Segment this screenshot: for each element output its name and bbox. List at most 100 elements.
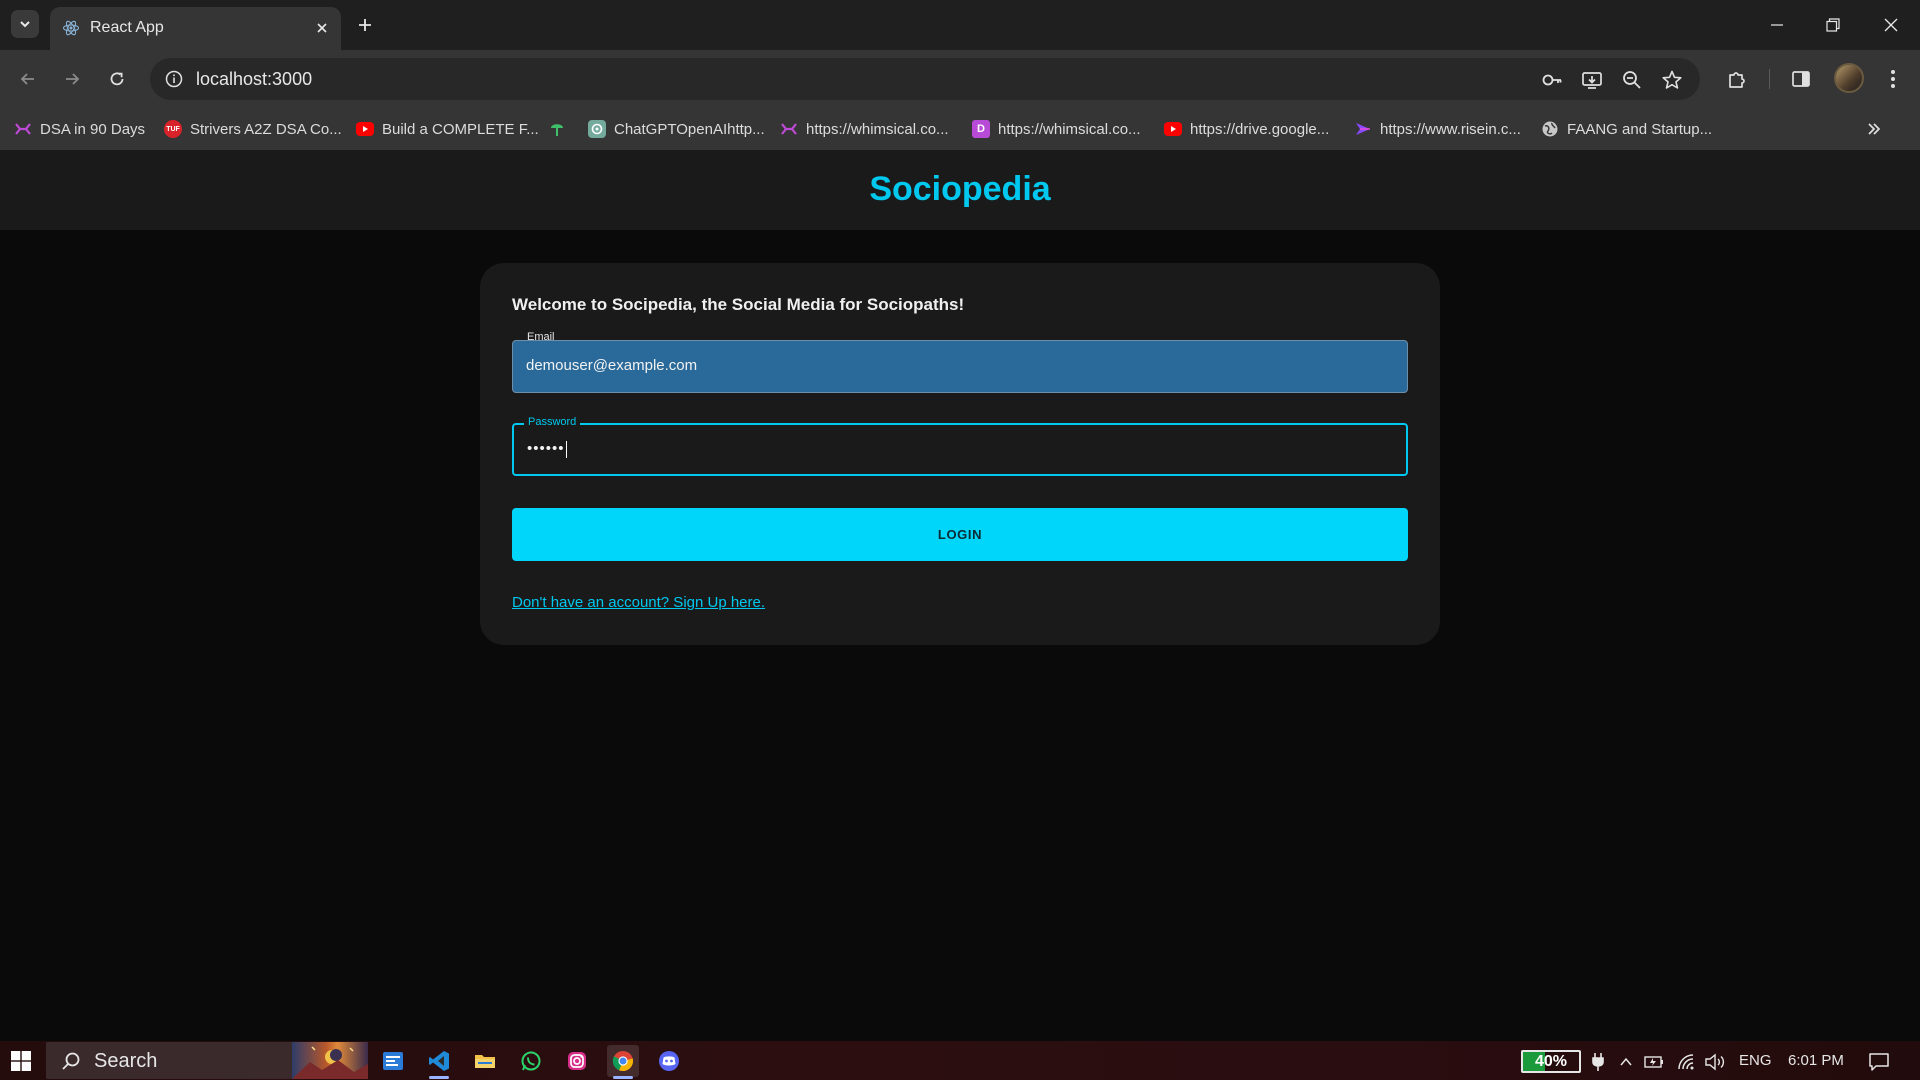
openai-icon xyxy=(588,120,606,138)
charging-plug-icon xyxy=(1587,1051,1609,1073)
bookmark-drive-google[interactable]: https://drive.google... xyxy=(1164,118,1329,140)
start-button[interactable] xyxy=(8,1048,34,1074)
notification-icon xyxy=(1869,1053,1889,1071)
bookmark-faang[interactable]: FAANG and Startup... xyxy=(1541,118,1712,140)
bookmark-label: Build a COMPLETE F... xyxy=(382,120,539,138)
side-panel-icon xyxy=(1792,71,1810,87)
password-mask: •••••• xyxy=(527,440,565,457)
brand-logo-text[interactable]: Sociopedia xyxy=(0,170,1920,209)
close-icon xyxy=(317,23,327,33)
more-vertical-icon xyxy=(1891,70,1895,88)
bookmark-strivers-a2z[interactable]: TUF Strivers A2Z DSA Co... xyxy=(164,118,342,140)
globe-icon xyxy=(1541,120,1559,138)
arrow-right-icon xyxy=(66,73,80,85)
password-value: •••••• xyxy=(527,440,567,458)
discord-icon xyxy=(659,1051,679,1071)
bookmark-leaf[interactable] xyxy=(548,118,574,140)
react-icon xyxy=(62,20,80,36)
bookmark-risein[interactable]: https://www.risein.c... xyxy=(1354,118,1521,140)
tab-search-button[interactable] xyxy=(11,10,39,38)
volume-icon xyxy=(1705,1053,1725,1071)
close-icon xyxy=(1884,18,1898,32)
tray-volume-button[interactable] xyxy=(1704,1051,1726,1073)
side-panel-button[interactable] xyxy=(1786,64,1816,94)
install-icon xyxy=(1582,72,1602,89)
more-bookmarks-button[interactable] xyxy=(1862,117,1886,141)
login-button[interactable]: LOGIN xyxy=(512,508,1408,561)
bookmark-dsa-90-days[interactable]: DSA in 90 Days xyxy=(14,118,145,140)
bookmark-build-complete[interactable]: Build a COMPLETE F... xyxy=(356,118,539,140)
signup-link[interactable]: Don't have an account? Sign Up here. xyxy=(512,594,765,611)
minimize-button[interactable] xyxy=(1762,10,1792,40)
tab-close-button[interactable] xyxy=(312,18,332,38)
whimsical-icon xyxy=(780,120,798,138)
bookmark-whimsical-2[interactable]: D https://whimsical.co... xyxy=(972,118,1141,140)
arrow-left-icon xyxy=(20,73,34,85)
bookmarks-bar: DSA in 90 Days TUF Strivers A2Z DSA Co..… xyxy=(0,108,1920,150)
zoom-button[interactable] xyxy=(1619,67,1645,93)
forward-button[interactable] xyxy=(57,64,87,94)
leaf-icon xyxy=(548,120,566,138)
whatsapp-icon xyxy=(521,1051,541,1071)
install-app-button[interactable] xyxy=(1579,67,1605,93)
chrome-icon xyxy=(612,1051,634,1072)
bookmark-label: https://whimsical.co... xyxy=(806,120,949,138)
url-text: localhost:3000 xyxy=(196,69,313,89)
chrome-menu-button[interactable] xyxy=(1878,64,1908,94)
battery-indicator[interactable]: 40% xyxy=(1521,1050,1581,1073)
taskbar-app-chrome[interactable] xyxy=(607,1045,639,1079)
bookmark-chatgpt[interactable]: ChatGPTOpenAIhttp... xyxy=(588,118,765,140)
puzzle-icon xyxy=(1729,72,1745,88)
taskbar-app-instagram[interactable] xyxy=(561,1045,593,1077)
restore-button[interactable] xyxy=(1818,10,1848,40)
reload-button[interactable] xyxy=(102,64,132,94)
taskbar-app-discord[interactable] xyxy=(653,1045,685,1077)
whimsical-icon xyxy=(14,120,32,138)
password-key-button[interactable] xyxy=(1539,67,1565,93)
youtube-icon xyxy=(1164,120,1182,138)
info-icon xyxy=(165,70,183,88)
email-label: Email xyxy=(527,331,555,343)
taskbar-app-vscode[interactable] xyxy=(423,1045,455,1079)
address-bar[interactable]: localhost:3000 xyxy=(150,58,1700,100)
taskbar-app-whatsapp[interactable] xyxy=(515,1045,547,1077)
back-button[interactable] xyxy=(13,64,43,94)
bookmark-label: DSA in 90 Days xyxy=(40,120,146,138)
password-field[interactable]: Password •••••• xyxy=(512,415,1408,476)
battery-icon xyxy=(1644,1056,1663,1068)
risein-icon xyxy=(1354,120,1372,138)
taskbar-search-box[interactable]: Search xyxy=(46,1042,368,1079)
star-icon xyxy=(1662,70,1682,89)
new-tab-button[interactable] xyxy=(352,12,378,38)
youtube-icon xyxy=(356,120,374,138)
chevron-up-icon xyxy=(1620,1057,1632,1066)
bookmark-label: Strivers A2Z DSA Co... xyxy=(190,120,342,138)
extensions-button[interactable] xyxy=(1722,64,1752,94)
notification-center-button[interactable] xyxy=(1868,1051,1890,1073)
plus-icon xyxy=(359,19,371,31)
toolbar-separator xyxy=(1769,69,1770,89)
tray-wifi-button[interactable] xyxy=(1676,1051,1698,1073)
bookmark-label: ChatGPTOpenAIhttp... xyxy=(614,120,765,138)
taskbar-app-file-explorer[interactable] xyxy=(469,1045,501,1077)
chevron-double-right-icon xyxy=(1868,123,1881,135)
taskbar-app-news[interactable] xyxy=(377,1045,409,1077)
language-indicator[interactable]: ENG xyxy=(1739,1052,1772,1069)
profile-avatar[interactable] xyxy=(1834,63,1864,93)
bookmark-whimsical-1[interactable]: https://whimsical.co... xyxy=(780,118,949,140)
welcome-heading: Welcome to Socipedia, the Social Media f… xyxy=(512,295,965,314)
site-info-button[interactable] xyxy=(162,67,186,91)
clock-time[interactable]: 6:01 PM xyxy=(1788,1052,1844,1069)
tuf-icon: TUF xyxy=(164,120,182,138)
tab-react-app[interactable]: React App xyxy=(50,7,341,50)
email-field[interactable]: Email demouser@example.com xyxy=(512,331,1408,393)
tray-battery-button[interactable] xyxy=(1643,1051,1665,1073)
app-header: Sociopedia xyxy=(0,150,1920,230)
bookmark-label: https://drive.google... xyxy=(1190,120,1330,138)
wifi-icon xyxy=(1678,1054,1694,1070)
search-highlight-image xyxy=(292,1042,368,1079)
close-window-button[interactable] xyxy=(1876,10,1906,40)
tab-title: React App xyxy=(90,19,164,36)
tray-overflow-button[interactable] xyxy=(1615,1051,1637,1073)
bookmark-star-button[interactable] xyxy=(1659,67,1685,93)
